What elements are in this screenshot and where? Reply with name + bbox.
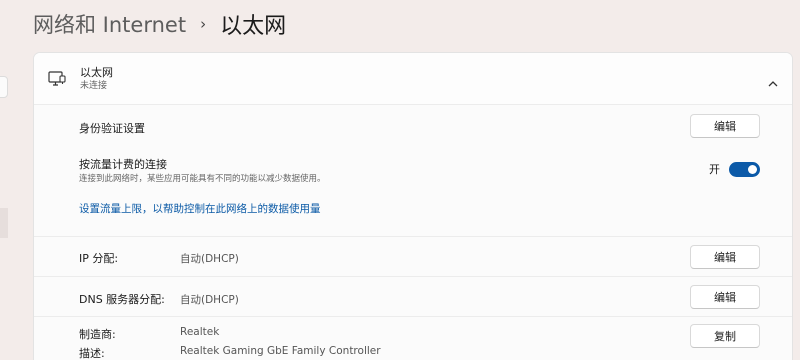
- metered-toggle-group: 开: [709, 161, 760, 177]
- ethernet-card-title: 以太网: [80, 66, 113, 79]
- metered-toggle-state: 开: [709, 163, 720, 176]
- ethernet-card: 以太网 未连接 身份验证设置 编辑 按流量计费的连接 连接到此网络时，某些应用可…: [33, 52, 793, 360]
- adapter-properties-row: 制造商: Realtek 描述: Realtek Gaming GbE Fami…: [34, 317, 792, 360]
- breadcrumb: 网络和 Internet › 以太网: [33, 8, 286, 40]
- dns-assignment-value: 自动(DHCP): [180, 294, 239, 306]
- breadcrumb-parent[interactable]: 网络和 Internet: [33, 9, 186, 39]
- auth-settings-row: 身份验证设置 编辑: [34, 105, 792, 147]
- toggle-knob: [748, 164, 757, 174]
- ip-edit-button[interactable]: 编辑: [690, 245, 760, 269]
- ip-assignment-label: IP 分配:: [79, 252, 119, 265]
- description-label: 描述:: [79, 347, 105, 360]
- manufacturer-value: Realtek: [180, 326, 220, 338]
- settings-page: 网络和 Internet › 以太网 以太网 未连接 身份验证设置 编辑 按流量…: [0, 0, 800, 360]
- ethernet-card-title-block: 以太网 未连接: [80, 65, 113, 92]
- description-value: Realtek Gaming GbE Family Controller: [180, 345, 381, 357]
- data-limit-link[interactable]: 设置流量上限，以帮助控制在此网络上的数据使用量: [79, 201, 321, 216]
- page-title: 以太网: [220, 14, 287, 39]
- nav-search-box[interactable]: [0, 76, 8, 98]
- connection-status: 未连接: [80, 81, 108, 91]
- copy-button[interactable]: 复制: [690, 324, 760, 348]
- metered-connection-row: 按流量计费的连接 连接到此网络时，某些应用可能具有不同的功能以减少数据使用。 开…: [34, 147, 792, 237]
- chevron-up-icon[interactable]: [767, 74, 779, 87]
- ethernet-card-header[interactable]: 以太网 未连接: [34, 53, 792, 105]
- auth-edit-button[interactable]: 编辑: [690, 114, 760, 138]
- metered-connection-description: 连接到此网络时，某些应用可能具有不同的功能以减少数据使用。: [79, 174, 326, 184]
- auth-settings-label: 身份验证设置: [79, 122, 145, 135]
- dns-edit-button[interactable]: 编辑: [690, 285, 760, 309]
- metered-connection-label: 按流量计费的连接: [79, 158, 167, 171]
- manufacturer-label: 制造商:: [79, 328, 116, 341]
- ip-assignment-value: 自动(DHCP): [180, 253, 239, 265]
- ethernet-icon: [48, 70, 66, 87]
- nav-selected-item[interactable]: [0, 208, 8, 238]
- breadcrumb-separator-icon: ›: [200, 15, 207, 33]
- dns-assignment-label: DNS 服务器分配:: [79, 293, 165, 306]
- dns-assignment-row: DNS 服务器分配: 自动(DHCP) 编辑: [34, 277, 792, 317]
- ip-assignment-row: IP 分配: 自动(DHCP) 编辑: [34, 237, 792, 276]
- metered-toggle[interactable]: [729, 161, 760, 177]
